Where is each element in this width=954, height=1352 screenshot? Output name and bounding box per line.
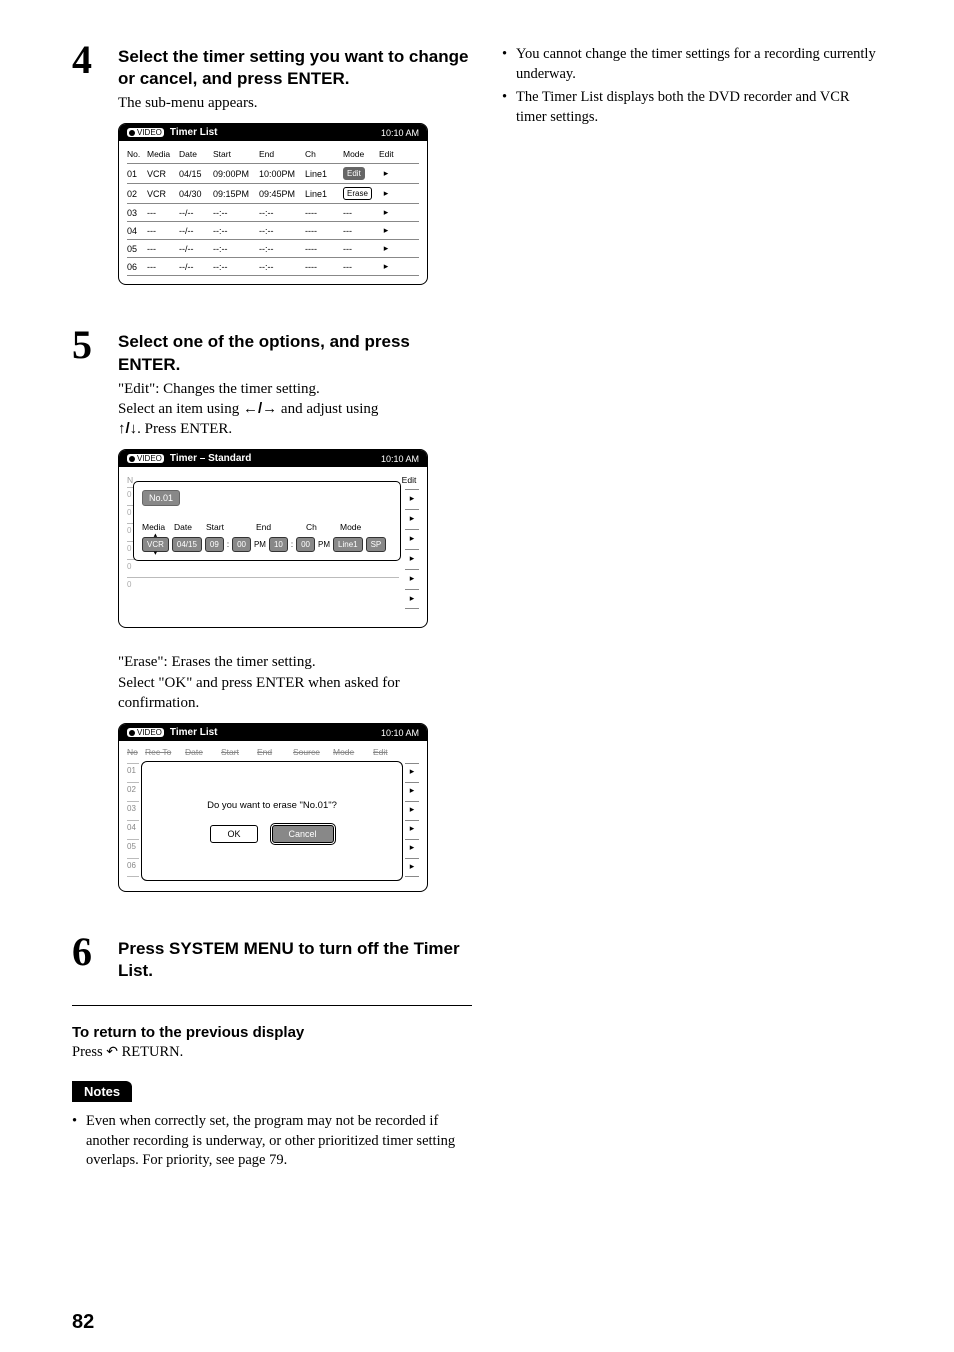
panel-time: 10:10 AM (381, 454, 419, 464)
step-number: 5 (72, 325, 100, 916)
up-down-arrow-icon: ↑/↓ (118, 420, 137, 437)
table-row[interactable]: 03-----/----:----:---------▸ (127, 203, 419, 221)
bg-header-row: NoRec ToDateStartEndSourceModeEdit (127, 747, 419, 757)
note-bullet: • You cannot change the timer settings f… (502, 45, 882, 84)
row-arrow-icon[interactable]: ▸ (405, 569, 419, 589)
start-hour-field[interactable]: 09 (205, 537, 224, 552)
timer-list-table: No. Media Date Start End Ch Mode Edit 01… (119, 141, 427, 284)
step-title: Select the timer setting you want to cha… (118, 46, 472, 90)
row-arrow-icon[interactable]: ▸ (379, 225, 393, 236)
bullet-icon: • (502, 45, 510, 84)
step-5: 5 Select one of the options, and press E… (72, 325, 472, 916)
row-arrow-icon[interactable]: ▸ (405, 509, 419, 529)
panel-time: 10:10 AM (381, 728, 419, 738)
row-arrow-icon[interactable]: ▸ (379, 243, 393, 254)
row-arrow-icon[interactable]: ▸ (405, 529, 419, 549)
right-column: • You cannot change the timer settings f… (502, 40, 882, 1175)
row-arrow-icon[interactable]: ▸ (405, 589, 419, 609)
row-arrow-icon[interactable]: ▸ (405, 801, 419, 820)
field-headers: Media Date Start End Ch Mode (142, 522, 392, 532)
end-min-field[interactable]: 00 (296, 537, 315, 552)
table-row[interactable]: 02VCR04/3009:15PM09:45PMLine1Erase▸ (127, 183, 419, 203)
note-bullet: • The Timer List displays both the DVD r… (502, 88, 882, 127)
note-bullet: • Even when correctly set, the program m… (72, 1112, 472, 1171)
return-heading: To return to the previous display (72, 1024, 472, 1041)
row-arrow-icon[interactable]: ▸ (405, 839, 419, 858)
edit-column-label: Edit (399, 475, 419, 485)
step-number: 4 (72, 40, 100, 309)
erase-dialog-panel: VIDEO Timer List 10:10 AM NoRec ToDateSt… (118, 723, 428, 892)
row-arrow-icon[interactable]: ▸ (379, 207, 393, 218)
panel-header: VIDEO Timer List 10:10 AM (119, 124, 427, 141)
left-right-arrow-icon: ←/→ (243, 400, 277, 417)
row-arrow-icon[interactable]: ▸ (405, 782, 419, 801)
timer-standard-panel: VIDEO Timer – Standard 10:10 AM N 000000… (118, 449, 428, 628)
erase-cell[interactable]: Erase (343, 187, 372, 200)
step-title: Press SYSTEM MENU to turn off the Timer … (118, 938, 472, 982)
table-row[interactable]: 06-----/----:----:---------▸ (127, 257, 419, 276)
edit-cell[interactable]: Edit (343, 167, 365, 180)
panel-header: VIDEO Timer – Standard 10:10 AM (119, 450, 427, 467)
stepper-up-icon[interactable]: ▴ (154, 532, 158, 539)
start-min-field[interactable]: 00 (232, 537, 251, 552)
table-row[interactable]: 01VCR04/1509:00PM10:00PMLine1Edit▸ (127, 163, 419, 183)
row-arrow-icon[interactable]: ▸ (379, 168, 393, 179)
mode-field[interactable]: SP (366, 537, 387, 552)
confirm-question: Do you want to erase "No.01"? (207, 800, 337, 811)
page-number: 82 (72, 1311, 94, 1334)
row-arrow-icon[interactable]: ▸ (379, 261, 393, 272)
row-arrow-icon[interactable]: ▸ (405, 549, 419, 569)
date-field[interactable]: 04/15 (172, 537, 202, 552)
step-text: The sub-menu appears. (118, 93, 472, 113)
step-text: "Erase": Erases the timer setting. Selec… (118, 652, 472, 713)
end-hour-field[interactable]: 10 (269, 537, 288, 552)
step-number: 6 (72, 932, 100, 985)
panel-title: Timer List (170, 127, 375, 138)
confirm-modal: Do you want to erase "No.01"? OK Cancel (141, 761, 403, 881)
row-arrow-icon[interactable]: ▸ (405, 820, 419, 839)
record-icon: VIDEO (127, 128, 164, 137)
bullet-icon: • (72, 1112, 80, 1171)
entry-number: No.01 (142, 490, 180, 506)
record-icon: VIDEO (127, 454, 164, 463)
channel-field[interactable]: Line1 (333, 537, 363, 552)
panel-title: Timer List (170, 727, 375, 738)
step-text: "Edit": Changes the timer setting. Selec… (118, 379, 472, 440)
stepper-down-icon[interactable]: ▾ (154, 550, 158, 557)
step-title: Select one of the options, and press ENT… (118, 331, 472, 375)
timer-list-panel: VIDEO Timer List 10:10 AM No. Media Date… (118, 123, 428, 285)
panel-time: 10:10 AM (381, 128, 419, 138)
return-text: Press ↶ RETURN. (72, 1044, 472, 1061)
table-row[interactable]: 04-----/----:----:---------▸ (127, 221, 419, 239)
panel-title: Timer – Standard (170, 453, 375, 464)
edit-modal: No.01 Media Date Start End Ch Mode (133, 481, 401, 561)
notes-label: Notes (72, 1081, 132, 1102)
row-arrow-icon[interactable]: ▸ (379, 188, 393, 199)
row-arrow-icon[interactable]: ▸ (405, 763, 419, 782)
table-row[interactable]: 05-----/----:----:---------▸ (127, 239, 419, 257)
table-header-row: No. Media Date Start End Ch Mode Edit (127, 147, 419, 163)
divider (72, 1005, 472, 1006)
bullet-icon: • (502, 88, 510, 127)
ok-button[interactable]: OK (210, 825, 257, 843)
field-row: ▴ VCR ▾ 04/15 09 : 00 PM 10 : (142, 537, 392, 552)
record-icon: VIDEO (127, 728, 164, 737)
row-arrow-icon[interactable]: ▸ (405, 858, 419, 877)
cancel-button[interactable]: Cancel (272, 825, 334, 843)
row-arrow-icon[interactable]: ▸ (405, 489, 419, 509)
step-4: 4 Select the timer setting you want to c… (72, 40, 472, 309)
step-6: 6 Press SYSTEM MENU to turn off the Time… (72, 932, 472, 985)
panel-header: VIDEO Timer List 10:10 AM (119, 724, 427, 741)
return-icon: ↶ (106, 1044, 118, 1061)
